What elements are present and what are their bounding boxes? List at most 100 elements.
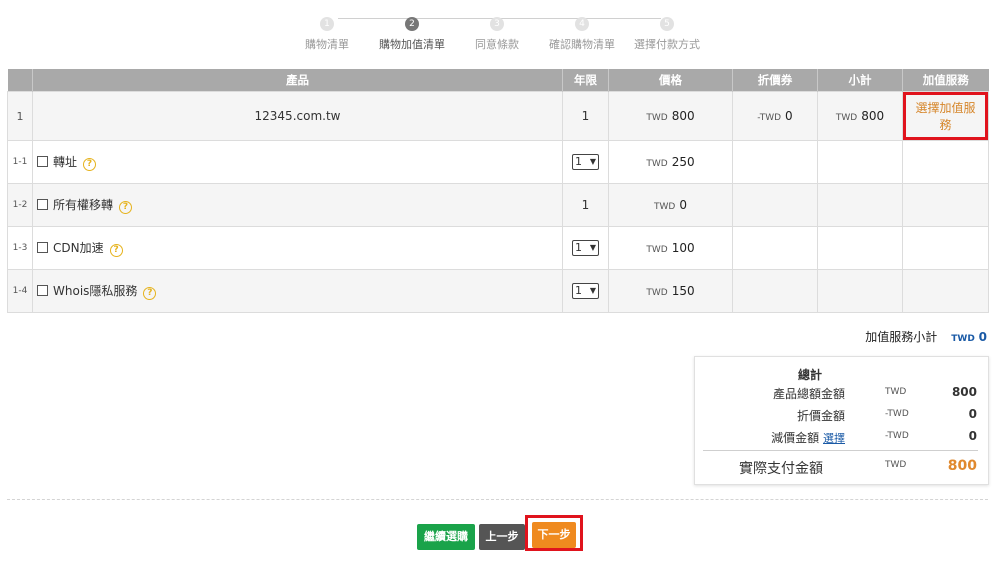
years-select[interactable]: 1 ▼: [572, 240, 599, 256]
vas-cell: 選擇加值服務: [902, 91, 989, 141]
vas-subtotal-label: 加值服務小計: [865, 330, 938, 344]
summary-product-total: 產品總額金額 TWD 800: [695, 385, 988, 401]
service-name: Whois隱私服務: [53, 284, 138, 298]
table-row: 1 12345.com.tw 1 TWD 800 -TWD 0 TWD 800 選擇加…: [7, 91, 989, 141]
continue-shopping-button[interactable]: 繼續選購: [417, 524, 475, 550]
currency: TWD: [646, 288, 668, 298]
service-cell: 所有權移轉?: [32, 183, 563, 227]
price-cell: TWD 150: [608, 269, 733, 313]
col-header-coupon: 折價券: [732, 69, 818, 92]
years-cell: 1 ▼: [562, 140, 609, 184]
vas-subtotal-value: 0: [978, 330, 987, 344]
service-cell: CDN加速?: [32, 226, 563, 270]
table-row: 1-3 CDN加速? 1 ▼ TWD 100: [7, 226, 989, 270]
summary-label: 減價金額: [771, 431, 820, 445]
service-name: 所有權移轉: [53, 198, 114, 212]
price-amount: 150: [671, 284, 695, 298]
summary-currency: TWD: [885, 460, 907, 470]
table-row: 1-4 Whois隱私服務? 1 ▼ TWD 150: [7, 269, 989, 313]
summary-reduction: 減價金額 選擇 -TWD 0: [695, 429, 988, 445]
subtotal-cell: TWD 800: [817, 91, 903, 141]
col-header-product: 產品: [32, 69, 563, 92]
col-header-subtotal: 小計: [817, 69, 903, 92]
summary-label: 產品總額金額: [772, 387, 845, 401]
currency: -TWD: [757, 113, 782, 123]
price-cell: TWD 800: [608, 91, 733, 141]
select-vas-button[interactable]: 選擇加值服務: [903, 92, 988, 140]
help-icon[interactable]: ?: [143, 287, 157, 300]
empty-cell: [817, 226, 903, 270]
product-name: 12345.com.tw: [32, 91, 563, 141]
currency: TWD: [646, 113, 668, 123]
action-buttons: 繼續選購 上一步 下一步: [0, 515, 1000, 562]
row-index: 1-4: [7, 269, 33, 313]
service-name: CDN加速: [53, 241, 104, 255]
price-amount: 250: [671, 155, 695, 169]
years-selected: 1: [575, 284, 582, 297]
currency: TWD: [646, 245, 668, 255]
empty-cell: [732, 226, 818, 270]
summary-title: 總計: [797, 368, 822, 382]
summary-label: 實際支付金額: [739, 461, 823, 477]
years-cell: 1 ▼: [562, 226, 609, 270]
step-label: 選擇付款方式: [634, 38, 700, 51]
row-index: 1-3: [7, 226, 33, 270]
summary-value: 800: [951, 385, 977, 399]
table-row: 1-1 轉址? 1 ▼ TWD 250: [7, 140, 989, 184]
row-index: 1-1: [7, 140, 33, 184]
empty-cell: [902, 269, 989, 313]
help-icon[interactable]: ?: [109, 244, 123, 257]
currency: TWD: [654, 202, 676, 212]
subtotal-amount: 800: [861, 109, 885, 123]
next-step-button[interactable]: 下一步: [532, 522, 576, 548]
coupon-amount: 0: [785, 109, 793, 123]
next-step-highlight: 下一步: [525, 515, 583, 551]
col-header-price: 價格: [608, 69, 733, 92]
summary-discount: 折價金額 -TWD 0: [695, 407, 988, 423]
currency: TWD: [646, 159, 668, 169]
step-number: 3: [490, 17, 504, 31]
summary-label: 折價金額: [796, 409, 845, 423]
table-header: 產品 年限 價格 折價券 小計 加值服務: [7, 69, 989, 92]
service-checkbox[interactable]: [37, 199, 48, 210]
years-value: 1: [562, 183, 609, 227]
service-checkbox[interactable]: [37, 156, 48, 167]
years-value: 1: [562, 91, 609, 141]
step-number: 2: [405, 17, 419, 31]
price-cell: TWD 100: [608, 226, 733, 270]
years-select[interactable]: 1 ▼: [572, 154, 599, 170]
summary-pay-total: 實際支付金額 TWD 800: [695, 458, 988, 477]
service-checkbox[interactable]: [37, 242, 48, 253]
chevron-down-icon: ▼: [589, 243, 596, 252]
service-name: 轉址: [53, 155, 78, 169]
years-select[interactable]: 1 ▼: [572, 283, 599, 299]
chevron-down-icon: ▼: [589, 286, 596, 295]
col-header-vas: 加值服務: [902, 69, 989, 92]
years-selected: 1: [575, 241, 582, 254]
select-reduction-link[interactable]: 選擇: [823, 432, 845, 445]
years-selected: 1: [575, 155, 582, 168]
step-number: 4: [575, 17, 589, 31]
step-number: 1: [320, 17, 334, 31]
col-header-index: [7, 69, 33, 92]
price-amount: 100: [671, 241, 695, 255]
previous-step-button[interactable]: 上一步: [479, 524, 525, 550]
empty-cell: [817, 183, 903, 227]
empty-cell: [732, 269, 818, 313]
summary-divider: [703, 450, 978, 451]
summary-currency: -TWD: [885, 409, 909, 419]
price-cell: TWD 250: [608, 140, 733, 184]
help-icon[interactable]: ?: [119, 201, 133, 214]
service-checkbox[interactable]: [37, 285, 48, 296]
help-icon[interactable]: ?: [83, 158, 97, 171]
row-index: 1-2: [7, 183, 33, 227]
service-cell: Whois隱私服務?: [32, 269, 563, 313]
summary-value: 800: [947, 458, 977, 474]
summary-value: 0: [968, 429, 977, 443]
vas-subtotal-currency: TWD: [951, 334, 975, 344]
table-row: 1-2 所有權移轉? 1 TWD 0: [7, 183, 989, 227]
empty-cell: [732, 183, 818, 227]
years-cell: 1 ▼: [562, 269, 609, 313]
empty-cell: [902, 140, 989, 184]
currency: TWD: [835, 113, 858, 123]
